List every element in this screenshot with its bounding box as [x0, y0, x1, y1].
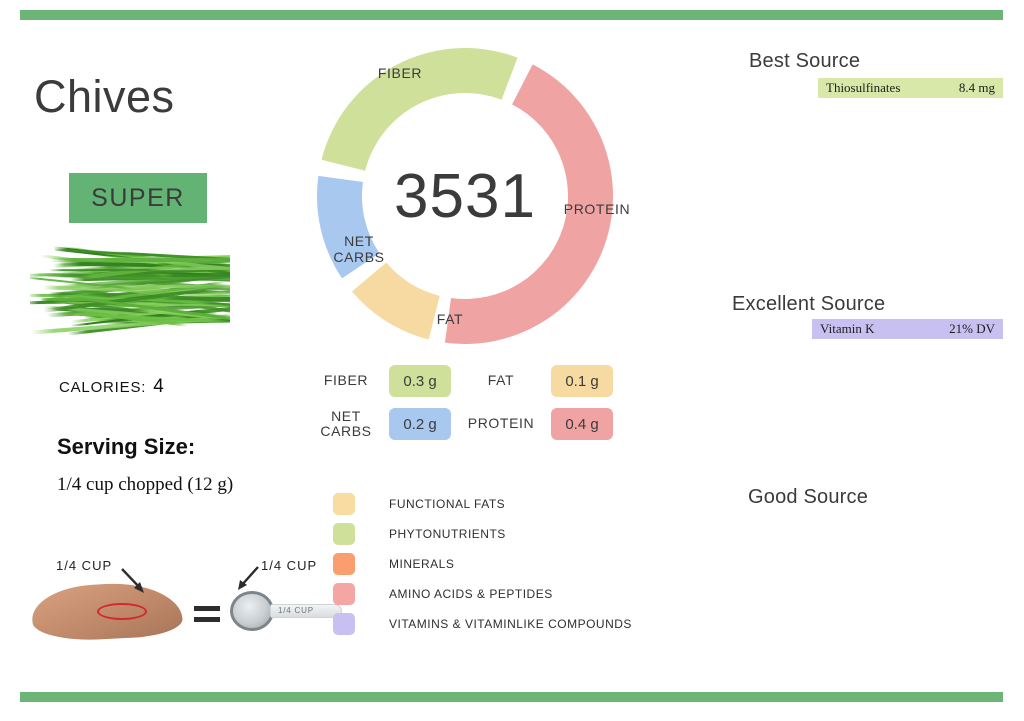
- macro-name-net-carbs-line2: CARBS: [320, 423, 371, 439]
- best-source-nutrient: Thiosulfinates: [826, 80, 900, 96]
- serving-size-heading: Serving Size:: [57, 434, 195, 460]
- calories-line: CALORIES: 4: [59, 376, 164, 398]
- cup-arrow-icon: [232, 564, 262, 596]
- status-badge-super: SUPER: [69, 173, 207, 223]
- legend-label-minerals: MINERALS: [389, 557, 454, 571]
- donut-label-net-carbs-line1: NET: [344, 233, 374, 249]
- legend-item: AMINO ACIDS & PEPTIDES: [333, 579, 632, 609]
- macro-value-protein: 0.4 g: [565, 416, 598, 433]
- legend-item: MINERALS: [333, 549, 632, 579]
- legend-swatch-functional-fats: [333, 493, 355, 515]
- nutrient-category-legend: FUNCTIONAL FATS PHYTONUTRIENTS MINERALS …: [333, 489, 632, 639]
- bottom-divider-bar: [20, 692, 1003, 702]
- macro-chip-fiber: 0.3 g: [389, 365, 451, 397]
- legend-swatch-amino-acids: [333, 583, 355, 605]
- macro-name-fat: FAT: [461, 373, 541, 388]
- excellent-source-nutrient: Vitamin K: [820, 321, 874, 337]
- legend-label-functional-fats: FUNCTIONAL FATS: [389, 497, 505, 511]
- serving-size-text: 1/4 cup chopped (12 g): [57, 474, 233, 496]
- macronutrient-donut-chart: 3531: [317, 48, 613, 344]
- good-source-heading: Good Source: [748, 486, 868, 509]
- macro-chip-protein: 0.4 g: [551, 408, 613, 440]
- macro-chip-fat: 0.1 g: [551, 365, 613, 397]
- serving-equivalence-illustration: 1/4 CUP 1/4 CUP 1/4 CUP: [22, 544, 342, 654]
- macro-value-net-carbs: 0.2 g: [403, 416, 436, 433]
- best-source-row: Thiosulfinates 8.4 mg: [818, 78, 1003, 98]
- macro-summary-grid: FIBER 0.3 g FAT 0.1 g NET CARBS 0.2 g PR…: [313, 364, 613, 441]
- measuring-cup-bowl: [230, 591, 274, 631]
- legend-label-vitamins: VITAMINS & VITAMINLIKE COMPOUNDS: [389, 617, 632, 631]
- best-source-heading: Best Source: [749, 50, 860, 73]
- legend-label-phytonutrients: PHYTONUTRIENTS: [389, 527, 506, 541]
- donut-label-fiber: FIBER: [357, 65, 443, 81]
- legend-item: PHYTONUTRIENTS: [333, 519, 632, 549]
- best-source-amount: 8.4 mg: [959, 80, 995, 96]
- donut-label-net-carbs-line2: CARBS: [333, 249, 384, 265]
- super-badge-label: SUPER: [91, 184, 185, 213]
- excellent-source-amount: 21% DV: [949, 321, 995, 337]
- cup-portion-label: 1/4 CUP: [261, 558, 317, 573]
- hand-portion-label: 1/4 CUP: [56, 558, 112, 573]
- chive-strand: [49, 268, 161, 271]
- macro-chip-net-carbs: 0.2 g: [389, 408, 451, 440]
- hand-arrow-icon: [118, 566, 152, 600]
- macro-value-fiber: 0.3 g: [403, 373, 436, 390]
- legend-item: VITAMINS & VITAMINLIKE COMPOUNDS: [333, 609, 632, 639]
- palm-highlight-circle: [97, 603, 147, 620]
- macro-name-protein: PROTEIN: [461, 416, 541, 431]
- legend-swatch-minerals: [333, 553, 355, 575]
- measuring-cup-handle-label: 1/4 CUP: [278, 606, 314, 615]
- calories-value: 4: [153, 376, 164, 397]
- excellent-source-heading: Excellent Source: [732, 293, 885, 316]
- calories-label: CALORIES:: [59, 379, 146, 396]
- donut-label-fat: FAT: [420, 311, 480, 327]
- legend-swatch-phytonutrients: [333, 523, 355, 545]
- legend-swatch-vitamins: [333, 613, 355, 635]
- excellent-source-row: Vitamin K 21% DV: [812, 319, 1003, 339]
- macro-name-net-carbs: NET CARBS: [313, 409, 379, 440]
- donut-label-protein: PROTEIN: [552, 201, 642, 217]
- legend-item: FUNCTIONAL FATS: [333, 489, 632, 519]
- legend-label-amino-acids: AMINO ACIDS & PEPTIDES: [389, 587, 553, 601]
- donut-center-value: 3531: [317, 48, 613, 344]
- macro-name-net-carbs-line1: NET: [331, 408, 361, 424]
- nutrition-infographic: Chives SUPER CALORIES: 4 Serving Size: 1/…: [0, 0, 1024, 721]
- page-title: Chives: [34, 74, 175, 119]
- chives-photo: [30, 243, 230, 335]
- macro-value-fat: 0.1 g: [565, 373, 598, 390]
- donut-label-net-carbs: NET CARBS: [320, 233, 398, 265]
- top-divider-bar: [20, 10, 1003, 20]
- equals-icon: [194, 606, 220, 628]
- macro-name-fiber: FIBER: [313, 373, 379, 388]
- chive-strand: [50, 258, 230, 262]
